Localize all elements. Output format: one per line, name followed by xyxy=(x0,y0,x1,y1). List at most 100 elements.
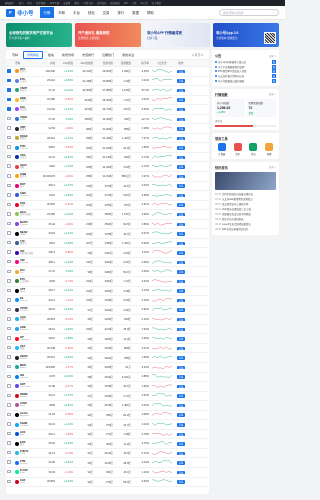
coin-cell[interactable]: MATIC Polygon xyxy=(14,221,36,227)
coin-cell[interactable]: THETA Theta xyxy=(14,450,36,456)
nav-item-1[interactable]: 币种 xyxy=(54,7,69,18)
coin-cell[interactable]: USDC USDC xyxy=(14,116,36,122)
coin-cell[interactable]: FLOW Flow xyxy=(14,469,36,475)
coin-cell[interactable]: OP Optimism xyxy=(14,336,36,342)
coin-cell[interactable]: ALGO Algorand xyxy=(14,412,36,418)
coin-cell[interactable]: BNB 币安币 xyxy=(14,97,36,103)
coin-cell[interactable]: SOL 索拉纳 xyxy=(14,106,36,112)
coin-cell[interactable]: ETC 以太经典 xyxy=(14,278,36,284)
trade-button[interactable]: 交易 xyxy=(176,346,186,351)
favorite-checkbox[interactable] xyxy=(7,279,11,283)
table-row[interactable]: SAND Sandbox ¥3.21 +1.14% ¥3亿 ¥73亿 22.7亿 4.11% 交… xyxy=(6,420,209,430)
favorite-checkbox[interactable] xyxy=(7,116,11,121)
subnav-tab-3[interactable]: 新增市场 xyxy=(59,52,77,58)
nav-item-4[interactable]: 交易 xyxy=(99,7,114,18)
trade-button[interactable]: 交易 xyxy=(176,337,186,341)
currency-select[interactable]: 人民币 ▾ xyxy=(189,52,206,58)
table-row[interactable]: ATOM Cosmos ¥61.5 +0.34% ¥7亿 ¥240亿 3.91亿 2.92% 交… xyxy=(6,306,209,316)
favorite-checkbox[interactable] xyxy=(7,78,11,83)
coin-cell[interactable]: ICP 互联网计算机 xyxy=(14,250,36,256)
favorite-checkbox[interactable] xyxy=(7,479,11,484)
table-row[interactable]: DOGE 狗狗币 ¥0.912 +3.27% ¥96亿 ¥1,320亿 1,447亿 7.27… xyxy=(6,134,209,144)
coin-cell[interactable]: ARB Arbitrum xyxy=(14,326,36,332)
coin-cell[interactable]: MKR Maker xyxy=(14,364,36,370)
trade-button[interactable]: 交易 xyxy=(176,241,186,246)
table-row[interactable]: ETH 以太坊 ¥3,212 +0.83% ¥1,238亿 ¥3,860亿 1.20亿 3.2… xyxy=(6,77,209,87)
table-row[interactable]: BTC 比特币 ¥46,200 +1.21% ¥3,012亿 ¥9,003亿 1,948万 3… xyxy=(6,67,209,77)
coin-cell[interactable]: DAI Dai xyxy=(14,269,36,275)
favorite-checkbox[interactable] xyxy=(7,450,11,455)
topbar-link[interactable]: 行情工具 xyxy=(83,1,93,5)
table-row[interactable]: ICP 互联网计算机 ¥92.3 -0.88% ¥9亿 ¥427亿 4.63亿 2.11% 交易 xyxy=(6,248,209,258)
table-row[interactable]: FTM Fantom ¥4.82 +3.61% ¥6亿 ¥135亿 28.0亿 4.44% 交易 xyxy=(6,458,209,468)
trade-button[interactable]: 交易 xyxy=(176,384,186,389)
favorite-checkbox[interactable] xyxy=(7,460,11,464)
index-card[interactable]: 非小号指数 1,286.45 +1.28% xyxy=(215,98,245,117)
favorite-checkbox[interactable] xyxy=(7,193,11,197)
nav-item-5[interactable]: 排行 xyxy=(113,7,128,18)
table-row[interactable]: BNB 币安币 ¥4,280 -0.52% ¥128亿 ¥6,300亿 1.47亿 2.03%… xyxy=(6,96,209,106)
favorite-checkbox[interactable] xyxy=(7,345,11,350)
trade-button[interactable]: 交易 xyxy=(176,470,186,475)
table-row[interactable]: EOS 柚子 ¥5.62 +0.29% ¥3亿 ¥63亿 11.2亿 4.76% 交易 xyxy=(6,439,209,449)
coin-cell[interactable]: FTM Fantom xyxy=(14,460,36,466)
coin-cell[interactable]: EOS 柚子 xyxy=(14,441,36,447)
trade-button[interactable]: 交易 xyxy=(176,451,186,456)
table-row[interactable]: SHIB 柴犬币 ¥0.000176 -2.03% ¥35亿 ¥1,040亿 589万亿 3.… xyxy=(6,172,209,182)
coin-cell[interactable]: ETH 以太坊 xyxy=(14,78,36,84)
favorite-checkbox[interactable] xyxy=(7,288,11,293)
column-header[interactable]: 价格 xyxy=(36,61,56,65)
coin-cell[interactable]: APT Aptos xyxy=(14,288,36,294)
favorite-checkbox[interactable] xyxy=(7,202,11,207)
nav-item-7[interactable]: 帮助 xyxy=(143,7,158,18)
table-row[interactable]: DAI Dai ¥7.21 0.00% ¥8亿 ¥383亿 53.1亿 2.09% 交易 xyxy=(6,267,209,278)
favorite-checkbox[interactable] xyxy=(7,441,11,445)
banner-2[interactable]: 开户送好礼 最高领取 注册即送 立即领取 xyxy=(75,23,141,47)
coin-cell[interactable]: AAVE Aave xyxy=(14,402,36,408)
table-row[interactable]: DOT 波卡 ¥52.4 +0.47% ¥15亿 ¥740亿 14.1亿 2.03% 交易 xyxy=(6,182,209,192)
coin-cell[interactable]: TRX 波场 xyxy=(14,202,36,208)
table-row[interactable]: ALGO Algorand ¥1.18 -0.58% ¥2亿 ¥96亿 81.2亿 2.08%… xyxy=(6,411,209,421)
favorite-checkbox[interactable] xyxy=(7,221,11,226)
coin-cell[interactable]: NEAR NEAR xyxy=(14,231,36,237)
favorite-checkbox[interactable] xyxy=(7,174,11,178)
trade-button[interactable]: 交易 xyxy=(176,88,186,93)
table-row[interactable]: BCH 比特币现金 ¥3,380 +1.02% ¥26亿 ¥666亿 1,970万 3.90%… xyxy=(6,210,209,220)
favorite-checkbox[interactable] xyxy=(7,422,11,426)
table-row[interactable]: UNI Uniswap ¥68.1 +1.39% ¥11亿 ¥409亿 6.01亿 2.69%… xyxy=(6,258,209,268)
tool-item[interactable]: 持仓 xyxy=(247,142,261,156)
table-row[interactable]: USDT 泰达币 ¥7.21 +0.01% ¥4,550亿 ¥7,980亿 1,106亿 57… xyxy=(6,86,209,96)
trade-button[interactable]: 交易 xyxy=(176,203,186,207)
trade-button[interactable]: 交易 xyxy=(176,79,186,83)
trade-button[interactable]: 交易 xyxy=(176,432,186,437)
coin-cell[interactable]: AVAX 雪崩 xyxy=(14,164,36,170)
trade-button[interactable]: 交易 xyxy=(176,365,186,370)
trade-button[interactable]: 交易 xyxy=(176,461,186,465)
search-icon[interactable]: ⌕ xyxy=(273,11,275,15)
favorite-checkbox[interactable] xyxy=(7,393,11,398)
tool-item[interactable]: 资讯 xyxy=(231,142,245,156)
trade-button[interactable]: 交易 xyxy=(176,480,186,484)
trade-button[interactable]: 交易 xyxy=(176,212,186,217)
subnav-tab-1[interactable]: 市场排名 xyxy=(23,50,44,59)
favorite-checkbox[interactable] xyxy=(7,364,11,369)
table-row[interactable]: THETA Theta ¥14.3 -0.74% ¥1亿 ¥143亿 10.0亿 0.70% 交… xyxy=(6,449,209,459)
coin-cell[interactable]: LTC 莱特币 xyxy=(14,240,36,246)
table-row[interactable]: AAVE Aave ¥845 +0.81% ¥5亿 ¥125亿 1,480万 4.00% 交易 xyxy=(6,401,209,411)
favorite-checkbox[interactable] xyxy=(7,250,11,254)
trade-button[interactable]: 交易 xyxy=(176,423,186,427)
column-header[interactable]: 24H涨幅 xyxy=(56,61,74,65)
topbar-link[interactable]: APP下载 xyxy=(50,1,60,5)
favorite-checkbox[interactable] xyxy=(7,154,11,159)
favorite-checkbox[interactable] xyxy=(7,374,11,379)
coin-cell[interactable]: CHZ Chiliz xyxy=(14,479,36,485)
trade-button[interactable]: 交易 xyxy=(176,442,186,446)
nav-item-0[interactable]: 行情 xyxy=(39,7,55,18)
trade-button[interactable]: 交易 xyxy=(176,356,186,360)
trade-button[interactable]: 交易 xyxy=(176,308,186,312)
favorite-checkbox[interactable] xyxy=(7,307,11,312)
favorite-checkbox[interactable] xyxy=(7,212,11,216)
topbar-link[interactable]: 工具 xyxy=(132,1,137,5)
table-row[interactable]: FLOW Flow ¥6.03 -0.19% ¥1亿 ¥91亿 15.1亿 1.10% 交易 xyxy=(6,468,209,478)
favorite-checkbox[interactable] xyxy=(7,259,11,264)
